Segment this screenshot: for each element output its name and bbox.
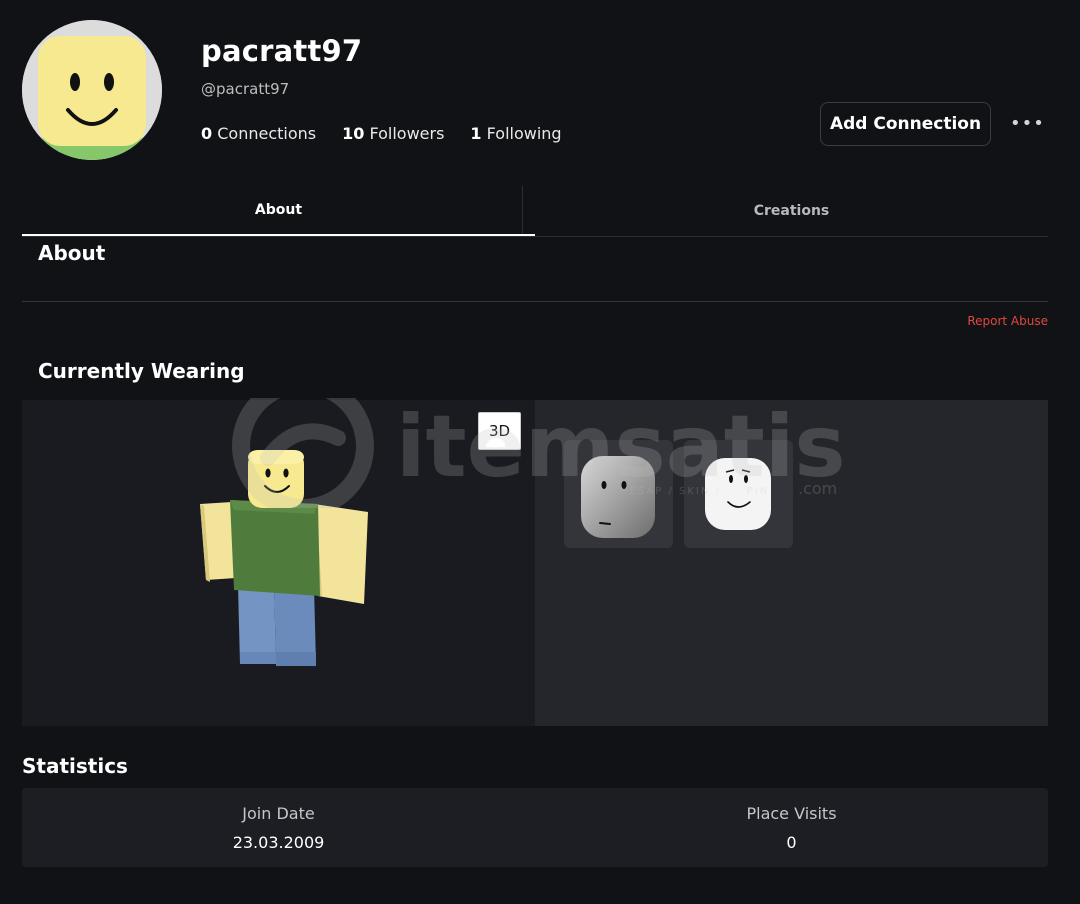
avatar-figure-icon [200, 450, 368, 666]
tab-creations[interactable]: Creations [535, 186, 1048, 236]
profile-tabs: About Creations [22, 186, 1048, 237]
view-3d-toggle-button[interactable]: 3D [478, 412, 521, 450]
followers-stat[interactable]: 10 Followers [342, 124, 444, 143]
tab-divider [522, 186, 523, 234]
tab-about[interactable]: About [22, 186, 535, 236]
report-abuse-link[interactable]: Report Abuse [967, 314, 1048, 328]
followers-count: 10 [342, 124, 365, 143]
place-visits-value: 0 [786, 833, 797, 852]
connections-count: 0 [201, 124, 213, 143]
place-visits-label: Place Visits [746, 804, 837, 823]
profile-avatar[interactable] [22, 20, 162, 160]
about-heading: About [38, 241, 106, 265]
smile-face-icon [705, 458, 771, 530]
connections-stat[interactable]: 0 Connections [201, 124, 316, 143]
statistics-heading: Statistics [22, 754, 128, 778]
join-date-stat: Join Date 23.03.2009 [22, 788, 535, 867]
add-connection-button[interactable]: Add Connection [820, 102, 991, 146]
following-stat[interactable]: 1 Following [470, 124, 561, 143]
join-date-label: Join Date [242, 804, 315, 823]
currently-wearing-heading: Currently Wearing [38, 359, 245, 383]
following-label: Following [486, 124, 562, 143]
avatar-headshot-icon [22, 20, 162, 160]
join-date-value: 23.03.2009 [232, 833, 325, 852]
profile-page: pacratt97 @pacratt97 0 Connections 10 Fo… [0, 0, 1080, 904]
social-stats: 0 Connections 10 Followers 1 Following [201, 124, 562, 143]
place-visits-stat: Place Visits 0 [535, 788, 1048, 867]
avatar-viewer[interactable] [22, 400, 535, 726]
display-name: pacratt97 [201, 34, 363, 68]
connections-label: Connections [217, 124, 317, 143]
statistics-panel: Join Date 23.03.2009 Place Visits 0 [22, 788, 1048, 867]
following-count: 1 [470, 124, 482, 143]
username: @pacratt97 [201, 80, 290, 98]
about-divider [22, 301, 1048, 302]
wearing-item-card[interactable] [684, 440, 793, 548]
followers-label: Followers [369, 124, 445, 143]
gray-head-icon [581, 456, 655, 538]
ellipsis-icon[interactable]: ••• [1010, 112, 1044, 136]
wearing-item-card[interactable] [564, 440, 673, 548]
